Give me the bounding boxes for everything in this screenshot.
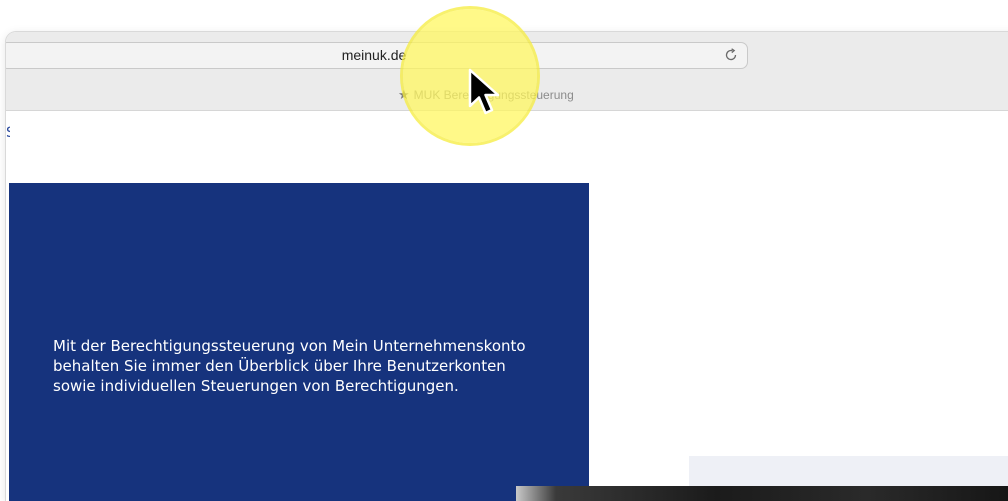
hero-banner: Mit der Berechtigungssteuerung von Mein … <box>9 183 589 501</box>
site-logo[interactable]: S <box>6 124 10 142</box>
hero-text: Mit der Berechtigungssteuerung von Mein … <box>53 337 526 395</box>
reload-icon[interactable] <box>723 47 739 63</box>
address-bar[interactable]: meinuk.de <box>6 42 748 69</box>
url-text[interactable]: meinuk.de <box>6 43 747 68</box>
screen: meinuk.de ★ MUK Berechtigungssteuerung S… <box>0 0 1008 501</box>
photo-image <box>516 486 1008 501</box>
mouse-pointer-icon <box>468 68 500 115</box>
